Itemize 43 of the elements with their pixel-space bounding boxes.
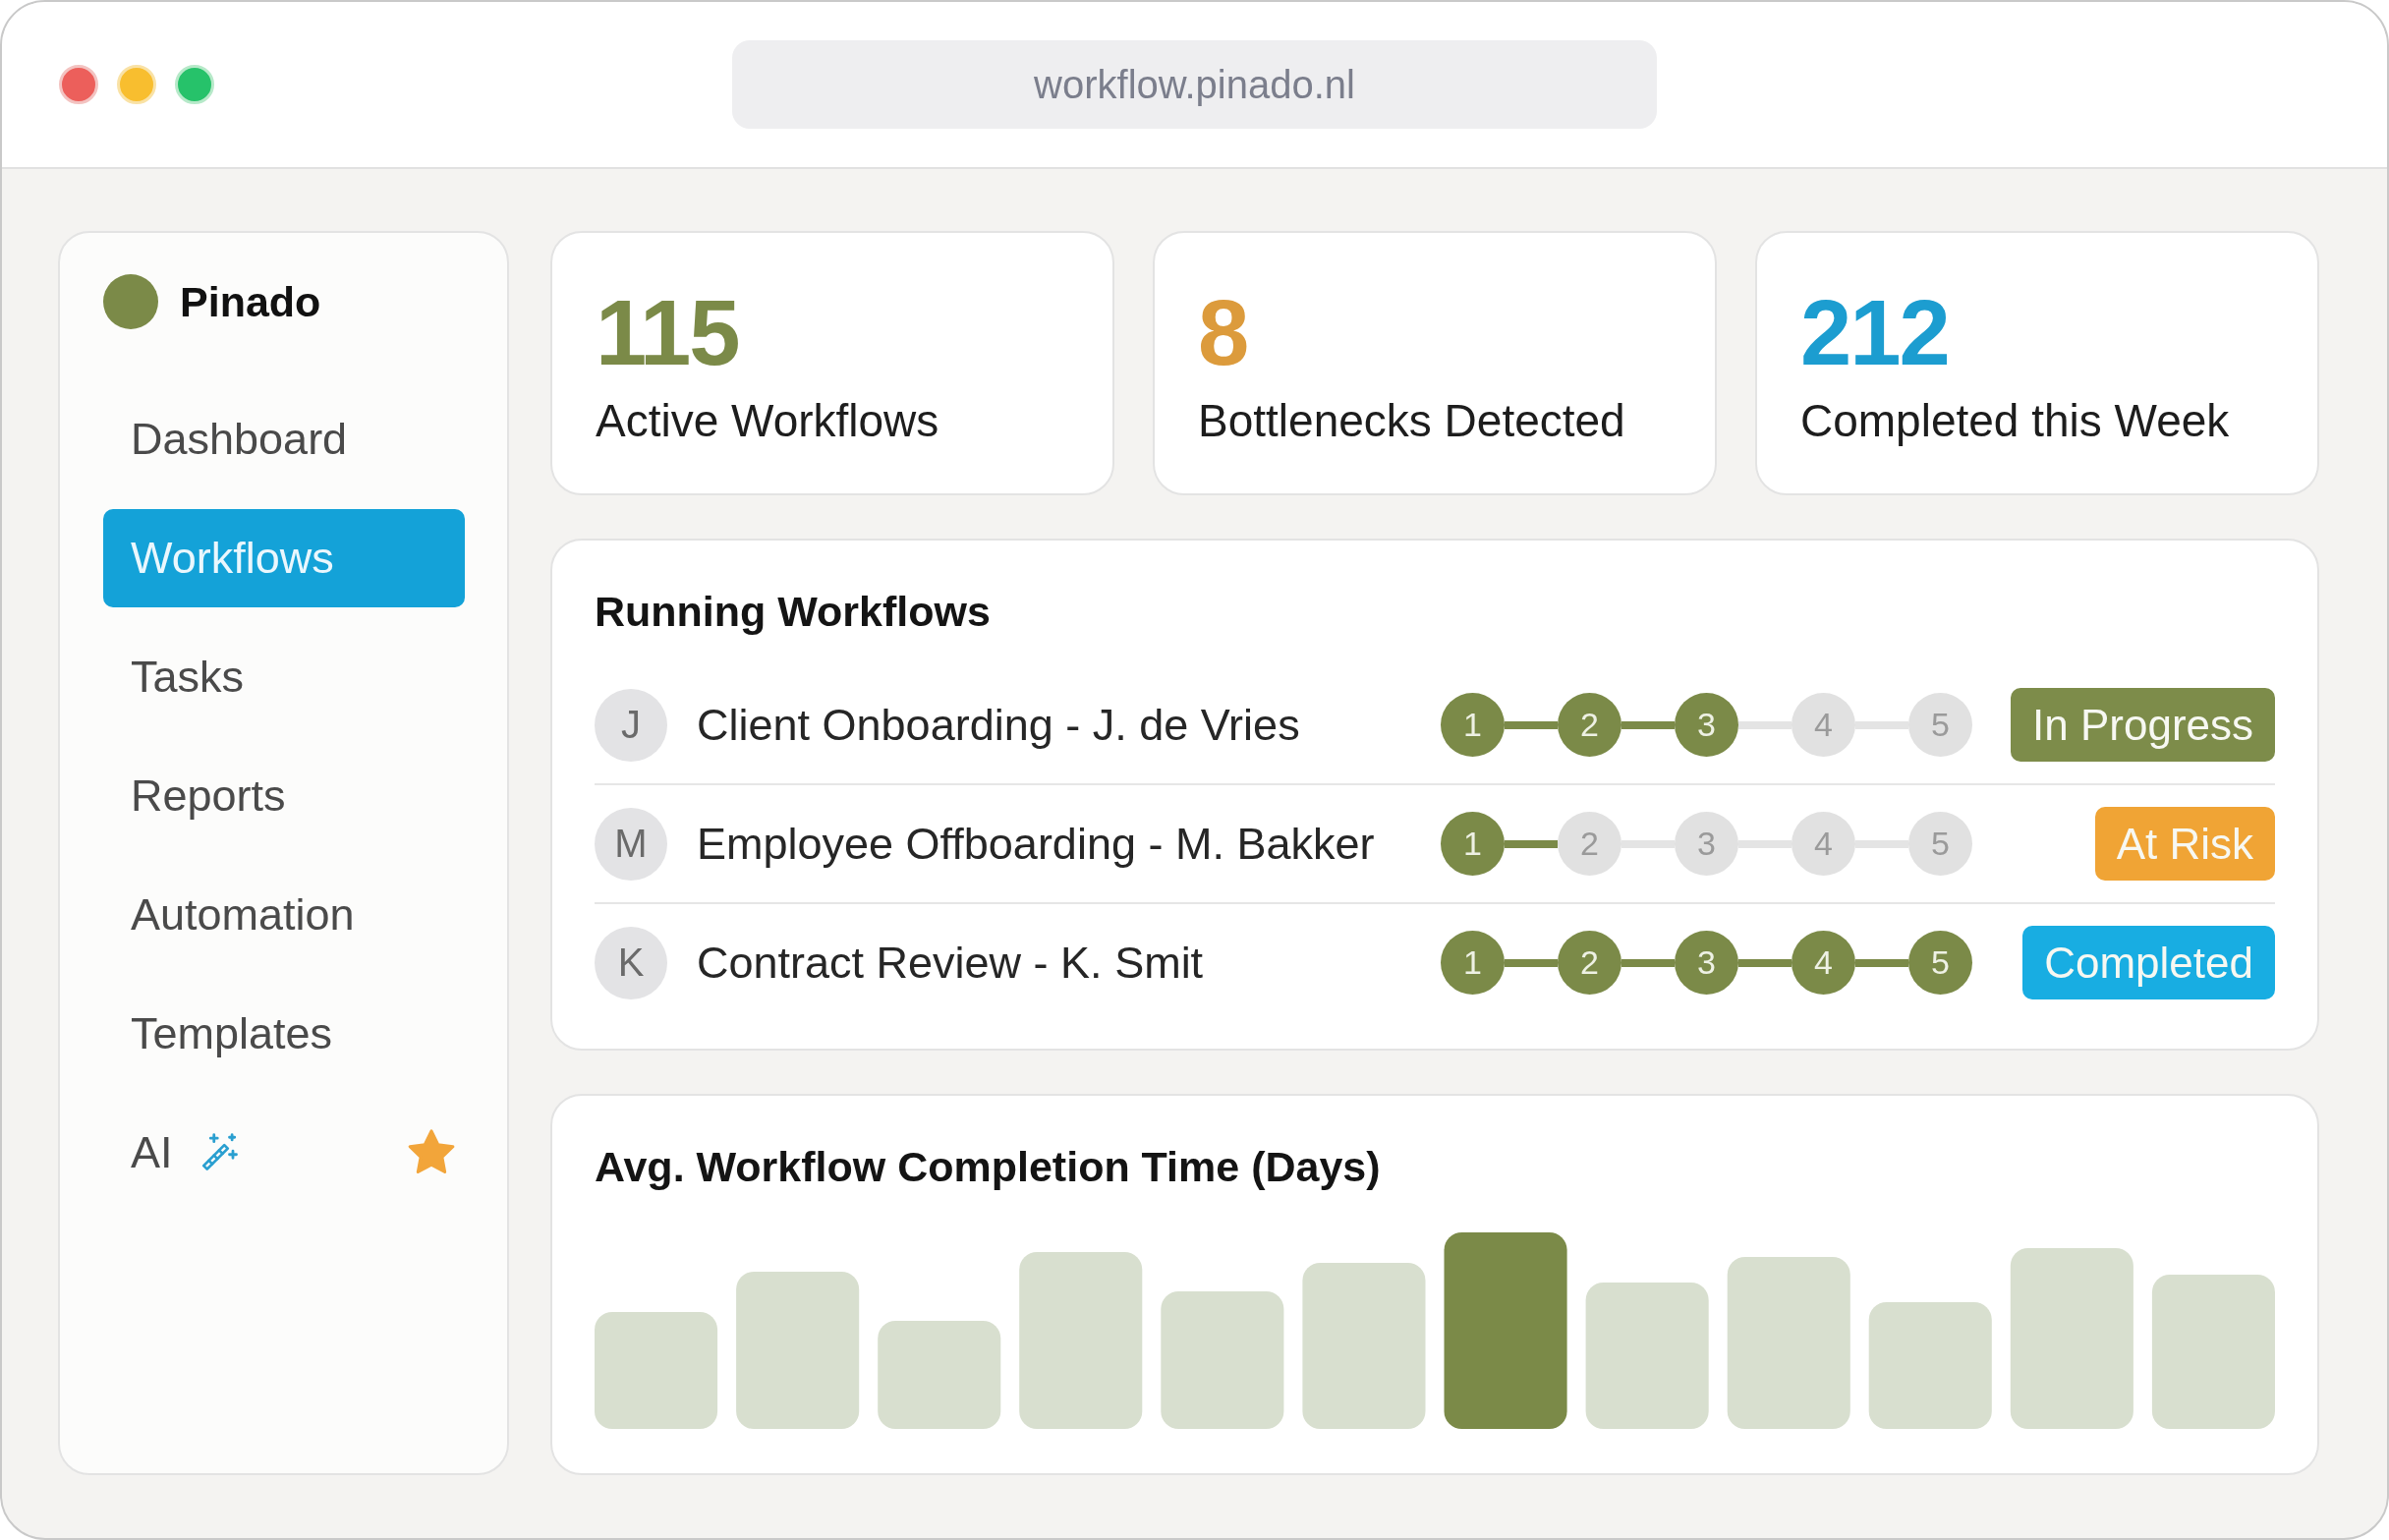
workflow-name: Contract Review - K. Smit [697, 937, 1205, 989]
nav-item[interactable]: Reports [103, 747, 465, 845]
stat-value: 115 [596, 287, 739, 379]
zoom-button[interactable] [175, 65, 214, 104]
nav-item[interactable]: Automation [103, 866, 465, 964]
step-marker: 5 [1908, 931, 1972, 995]
step-marker: 2 [1558, 931, 1621, 995]
stat-label: Bottlenecks Detected [1198, 395, 1625, 447]
step-marker: 1 [1441, 812, 1505, 876]
workflow-name: Employee Offboarding - M. Bakker [697, 818, 1376, 870]
step-marker: 5 [1908, 693, 1972, 757]
chart-title: Avg. Workflow Completion Time (Days) [595, 1142, 1381, 1192]
step-marker: 4 [1792, 693, 1855, 757]
step-marker: 2 [1558, 812, 1621, 876]
step-marker: 4 [1792, 812, 1855, 876]
step-marker: 4 [1792, 931, 1855, 995]
nav-item[interactable]: Tasks [103, 628, 465, 726]
stat-label: Active Workflows [596, 395, 939, 447]
minimize-button[interactable] [117, 65, 156, 104]
avatar: M [595, 807, 667, 881]
status-badge: At Risk [2094, 807, 2275, 881]
step-marker: 5 [1908, 812, 1972, 876]
stat-label: Completed this Week [1800, 395, 2230, 447]
step-marker: 3 [1675, 693, 1738, 757]
stat-value: 8 [1198, 287, 1248, 379]
step-marker: 3 [1675, 812, 1738, 876]
stat-value: 212 [1800, 287, 1949, 379]
avatar: J [595, 688, 667, 762]
status-badge: Completed [2022, 926, 2275, 999]
brand-name: Pinado [180, 277, 321, 326]
nav-item[interactable]: AI [103, 1104, 465, 1202]
step-marker: 1 [1441, 693, 1505, 757]
step-marker: 1 [1441, 931, 1505, 995]
logo-icon [103, 274, 158, 329]
close-button[interactable] [59, 65, 98, 104]
nav-item[interactable]: Dashboard [103, 390, 465, 488]
status-badge: In Progress [2011, 688, 2275, 762]
panel-title: Running Workflows [595, 587, 992, 637]
nav-item[interactable]: Templates [103, 985, 465, 1083]
avatar: K [595, 926, 667, 999]
workflow-name: Client Onboarding - J. de Vries [697, 699, 1301, 751]
step-marker: 2 [1558, 693, 1621, 757]
step-marker: 3 [1675, 931, 1738, 995]
